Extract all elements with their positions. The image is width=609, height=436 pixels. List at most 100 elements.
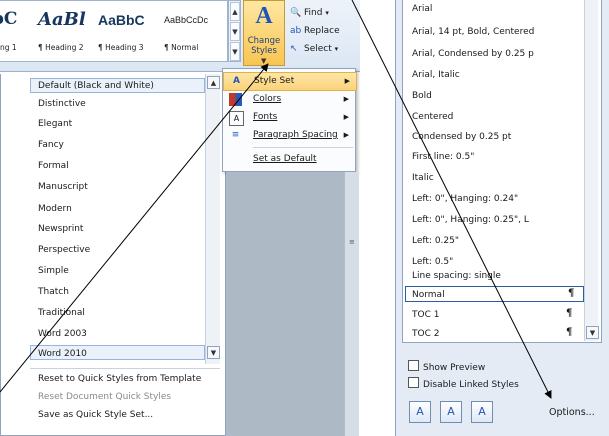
gallery-scrollbar: ▲ ▼ ▼ bbox=[228, 0, 241, 62]
style-item[interactable]: Arial bbox=[412, 3, 432, 15]
menu-item-colors[interactable]: Colors ▶ bbox=[223, 91, 355, 108]
replace-button[interactable]: ab Replace bbox=[290, 22, 360, 40]
style-set-scrollbar[interactable]: ▲ ▼ bbox=[205, 74, 220, 364]
find-button[interactable]: 🔍 Find ▾ bbox=[290, 4, 360, 22]
style-item[interactable]: Left: 0", Hanging: 0.24" bbox=[412, 193, 518, 205]
style-preview: AaBbC bbox=[98, 12, 145, 28]
select-button[interactable]: ↖ Select ▾ bbox=[290, 40, 360, 58]
menu-item-fonts[interactable]: A Fonts ▶ bbox=[223, 109, 355, 126]
style-item[interactable]: Bold bbox=[412, 90, 432, 102]
style-preview: AaBbCcDc bbox=[164, 15, 209, 25]
menu-label: Paragraph Spacing bbox=[253, 130, 338, 140]
scroll-down-button[interactable]: ▼ bbox=[586, 326, 599, 339]
style-set-icon: A bbox=[233, 76, 240, 86]
style-item[interactable]: Left: 0", Hanging: 0.25", L bbox=[412, 214, 529, 226]
chevron-right-icon: ▶ bbox=[343, 95, 349, 103]
style-caption: ng 1 bbox=[0, 43, 17, 52]
style-tile-heading1-partial[interactable]: bC ng 1 bbox=[0, 1, 34, 61]
style-item-normal[interactable]: Normal bbox=[412, 289, 445, 301]
menu-separator bbox=[253, 147, 353, 148]
show-preview-checkbox[interactable] bbox=[408, 360, 419, 371]
quick-styles-gallery: bC ng 1 AaBl ¶ Heading 2 AaBbC ¶ Heading… bbox=[0, 0, 228, 62]
style-item[interactable]: Arial, 14 pt, Bold, Centered bbox=[412, 26, 534, 38]
editing-group: 🔍 Find ▾ ab Replace ↖ Select ▾ bbox=[290, 4, 360, 64]
style-set-formal[interactable]: Formal bbox=[38, 160, 69, 172]
style-preview: AaBl bbox=[38, 9, 86, 30]
paragraph-style-icon: ¶ bbox=[566, 327, 573, 338]
change-styles-icon: A bbox=[255, 3, 273, 29]
gallery-scroll-down-button[interactable]: ▼ bbox=[230, 22, 240, 41]
style-inspector-icon: A bbox=[447, 405, 455, 418]
replace-icon: ab bbox=[290, 26, 302, 36]
style-item[interactable]: First line: 0.5" bbox=[412, 151, 474, 163]
style-item[interactable]: Arial, Condensed by 0.25 p bbox=[412, 48, 534, 60]
chevron-down-icon: ▼ bbox=[261, 57, 267, 65]
show-preview-row[interactable]: Show Preview bbox=[408, 360, 485, 374]
style-tile-heading1[interactable]: AaBl ¶ Heading 2 bbox=[36, 1, 94, 61]
style-set-modern[interactable]: Modern bbox=[38, 203, 72, 215]
fonts-icon: A bbox=[229, 111, 244, 126]
disable-linked-styles-row[interactable]: Disable Linked Styles bbox=[408, 377, 519, 391]
gallery-more-button[interactable]: ▼ bbox=[230, 42, 240, 61]
style-set-commands: Reset to Quick Styles from Template Rese… bbox=[30, 368, 220, 436]
reset-document-quick-styles-item[interactable]: Reset Document Quick Styles bbox=[38, 391, 171, 403]
style-item[interactable]: Centered bbox=[412, 111, 453, 123]
style-set-thatch[interactable]: Thatch bbox=[38, 286, 69, 298]
menu-label: Fonts bbox=[253, 112, 278, 122]
reset-quick-styles-template-item[interactable]: Reset to Quick Styles from Template bbox=[38, 373, 201, 385]
menu-item-set-as-default[interactable]: Set as Default bbox=[223, 151, 355, 168]
change-styles-label: Change Styles bbox=[244, 36, 284, 56]
style-set-fancy[interactable]: Fancy bbox=[38, 139, 64, 151]
binoculars-icon: 🔍 bbox=[290, 8, 302, 18]
find-label: Find bbox=[304, 8, 323, 18]
change-styles-line1: Change bbox=[247, 36, 281, 46]
style-set-elegant[interactable]: Elegant bbox=[38, 118, 72, 130]
document-scrollbar[interactable]: ≡ bbox=[344, 172, 359, 436]
manage-styles-button[interactable]: A bbox=[471, 401, 493, 423]
scroll-down-button[interactable]: ▼ bbox=[207, 346, 220, 359]
style-set-newsprint[interactable]: Newsprint bbox=[38, 223, 83, 235]
change-styles-button[interactable]: A Change Styles ▼ bbox=[243, 0, 285, 66]
manage-styles-icon: A bbox=[478, 405, 486, 418]
options-link[interactable]: Options... bbox=[549, 407, 595, 419]
style-item[interactable]: Arial, Italic bbox=[412, 69, 460, 81]
style-item[interactable]: Left: 0.5" bbox=[412, 256, 453, 268]
chevron-right-icon: ▶ bbox=[343, 113, 349, 121]
scroll-up-button[interactable]: ▲ bbox=[207, 76, 220, 89]
save-as-quick-style-set-item[interactable]: Save as Quick Style Set... bbox=[38, 409, 153, 421]
style-set-distinctive[interactable]: Distinctive bbox=[38, 98, 86, 110]
new-style-button[interactable]: A bbox=[409, 401, 431, 423]
style-set-simple[interactable]: Simple bbox=[38, 265, 69, 277]
style-inspector-button[interactable]: A bbox=[440, 401, 462, 423]
style-tile-heading2[interactable]: AaBbC ¶ Heading 3 bbox=[96, 1, 160, 61]
style-item[interactable]: TOC 2 bbox=[412, 328, 439, 340]
style-tile-heading3[interactable]: AaBbCcDc ¶ Normal bbox=[162, 1, 226, 61]
style-set-word-2010[interactable]: Word 2010 bbox=[38, 348, 87, 360]
disable-linked-styles-label: Disable Linked Styles bbox=[423, 380, 519, 390]
style-caption: ¶ Heading 3 bbox=[98, 43, 144, 52]
style-set-perspective[interactable]: Perspective bbox=[38, 244, 90, 256]
style-set-traditional[interactable]: Traditional bbox=[38, 307, 85, 319]
pointer-icon: ↖ bbox=[290, 44, 298, 54]
replace-label: Replace bbox=[304, 26, 340, 36]
styles-scrollbar[interactable]: ▼ bbox=[584, 0, 599, 341]
menu-item-style-set[interactable]: A Style Set ▶ bbox=[223, 72, 357, 91]
style-caption: ¶ Normal bbox=[164, 43, 199, 52]
style-preview: bC bbox=[0, 9, 18, 29]
disable-linked-styles-checkbox[interactable] bbox=[408, 377, 419, 388]
style-set-manuscript[interactable]: Manuscript bbox=[38, 181, 88, 193]
scroll-grip-icon: ≡ bbox=[349, 238, 355, 246]
style-set-word-2003[interactable]: Word 2003 bbox=[38, 328, 87, 340]
chevron-right-icon: ▶ bbox=[343, 131, 349, 139]
style-item[interactable]: Condensed by 0.25 pt bbox=[412, 131, 511, 143]
colors-icon bbox=[229, 93, 242, 106]
style-item[interactable]: Italic bbox=[412, 172, 434, 184]
style-item[interactable]: Line spacing: single bbox=[412, 270, 501, 282]
menu-item-paragraph-spacing[interactable]: ≡ Paragraph Spacing ▶ bbox=[223, 127, 355, 144]
gallery-scroll-up-button[interactable]: ▲ bbox=[230, 2, 240, 21]
paragraph-style-icon: ¶ bbox=[566, 308, 573, 319]
style-set-default[interactable]: Default (Black and White) bbox=[38, 80, 154, 92]
document-area: ≡ bbox=[226, 172, 359, 436]
style-item[interactable]: Left: 0.25" bbox=[412, 235, 459, 247]
style-item[interactable]: TOC 1 bbox=[412, 309, 439, 321]
